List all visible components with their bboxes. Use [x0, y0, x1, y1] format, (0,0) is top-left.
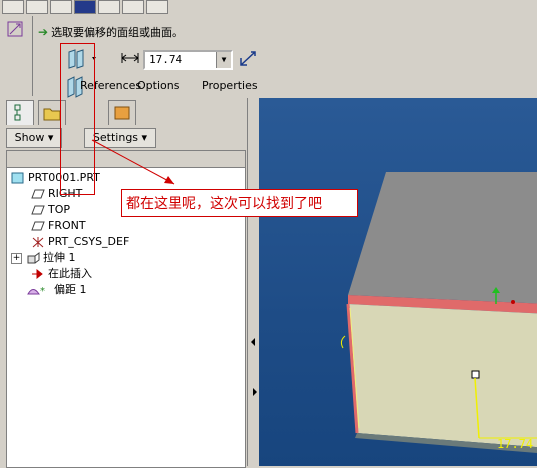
- green-arrow-icon: ➔: [38, 25, 49, 39]
- tree-item-label: PRT_CSYS_DEF: [48, 235, 130, 248]
- tree-item-label: TOP: [48, 203, 71, 216]
- insert-here-arrow-icon: [31, 268, 45, 280]
- tree-item-csys[interactable]: PRT_CSYS_DEF: [31, 234, 129, 250]
- annotation-callout: 都在这里呢，这次可以找到了吧: [121, 189, 358, 217]
- toolbar-button-6[interactable]: [122, 0, 144, 14]
- datum-plane-icon: [31, 204, 45, 216]
- tree-item-offset[interactable]: * 偏距 1: [27, 282, 87, 298]
- extrude-icon: [26, 252, 40, 264]
- expand-toggle-icon[interactable]: +: [11, 252, 22, 264]
- svg-text:*: *: [40, 286, 45, 296]
- offset-feature-icon: *: [27, 284, 51, 297]
- tree-item-front[interactable]: FRONT: [31, 218, 86, 234]
- part-icon: [11, 172, 25, 184]
- annotation-arrow: [91, 139, 175, 185]
- tree-item-label: 偏距 1: [54, 283, 87, 296]
- csys-icon: [31, 236, 45, 248]
- annotation-callout-text: 都在这里呢，这次可以找到了吧: [126, 196, 322, 212]
- toolbar-button-2[interactable]: [26, 0, 48, 14]
- offset-tool-icon: [6, 20, 26, 40]
- tree-item-insert-here[interactable]: 在此插入: [31, 266, 92, 282]
- tree-item-label: FRONT: [48, 219, 86, 232]
- model-3d-block: [340, 172, 537, 454]
- prompt-text: 选取要偏移的面组或曲面。: [51, 26, 184, 39]
- toolbar-button-7[interactable]: [146, 0, 168, 14]
- show-menu-button[interactable]: Show ▾: [6, 128, 62, 148]
- dimension-icon: [120, 50, 140, 66]
- viewport-dimension-label[interactable]: 17.74: [497, 437, 533, 451]
- datum-plane-icon: [31, 220, 45, 232]
- graphics-viewport[interactable]: 17.74: [259, 98, 537, 466]
- layer-tab[interactable]: [108, 100, 136, 125]
- show-menu-label: Show: [14, 131, 45, 144]
- toolbar-button-4[interactable]: [74, 0, 96, 14]
- top-toolbar-strip: [0, 0, 537, 15]
- tree-item-label: 在此插入: [48, 267, 92, 280]
- chevron-down-icon[interactable]: ▼: [216, 52, 231, 68]
- dashboard-divider: [32, 16, 33, 96]
- tab-properties[interactable]: Properties: [202, 79, 258, 92]
- toolbar-button-3[interactable]: [50, 0, 72, 14]
- tab-options[interactable]: Options: [137, 79, 179, 92]
- model-tree-tab[interactable]: [6, 100, 34, 125]
- offset-distance-input[interactable]: 17.74 ▼: [143, 50, 233, 70]
- toolbar-button-5[interactable]: [98, 0, 120, 14]
- offset-distance-value: 17.74: [149, 53, 183, 66]
- toolbar-button-1[interactable]: [2, 0, 24, 14]
- tree-item-top[interactable]: TOP: [31, 202, 70, 218]
- tree-item-label: 拉伸 1: [43, 251, 76, 264]
- collapse-left-icon[interactable]: [251, 338, 255, 346]
- flip-direction-icon[interactable]: [238, 50, 258, 68]
- dashboard-prompt: ➔ 选取要偏移的面组或曲面。: [38, 24, 183, 40]
- tree-item-extrude[interactable]: + 拉伸 1: [11, 250, 76, 266]
- expand-right-icon[interactable]: [253, 388, 257, 396]
- datum-plane-icon: [31, 188, 45, 200]
